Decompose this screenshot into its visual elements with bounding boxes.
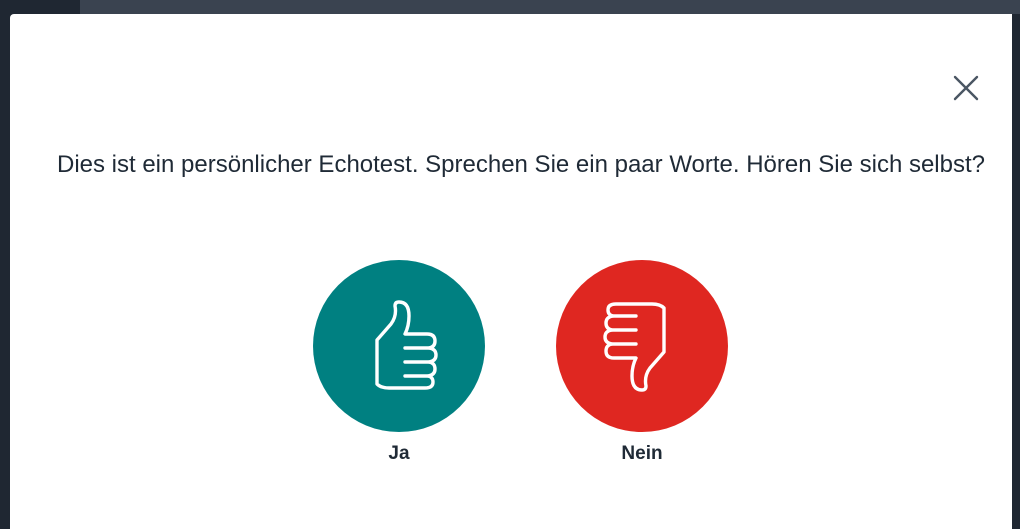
thumbs-down-icon xyxy=(603,302,666,392)
no-circle[interactable] xyxy=(556,260,728,432)
echo-test-question: Dies ist ein persönlicher Echotest. Spre… xyxy=(56,151,986,178)
no-label: Nein xyxy=(621,443,663,464)
echo-test-modal: Dies ist ein persönlicher Echotest. Spre… xyxy=(10,14,1012,529)
close-icon xyxy=(953,75,979,101)
yes-button[interactable]: Ja xyxy=(313,260,485,465)
no-button[interactable]: Nein xyxy=(556,260,728,465)
yes-circle[interactable] xyxy=(313,260,485,432)
close-button[interactable] xyxy=(948,70,984,106)
backdrop-strip xyxy=(80,0,1020,14)
thumbs-up-icon xyxy=(375,300,438,390)
yes-label: Ja xyxy=(388,443,410,464)
